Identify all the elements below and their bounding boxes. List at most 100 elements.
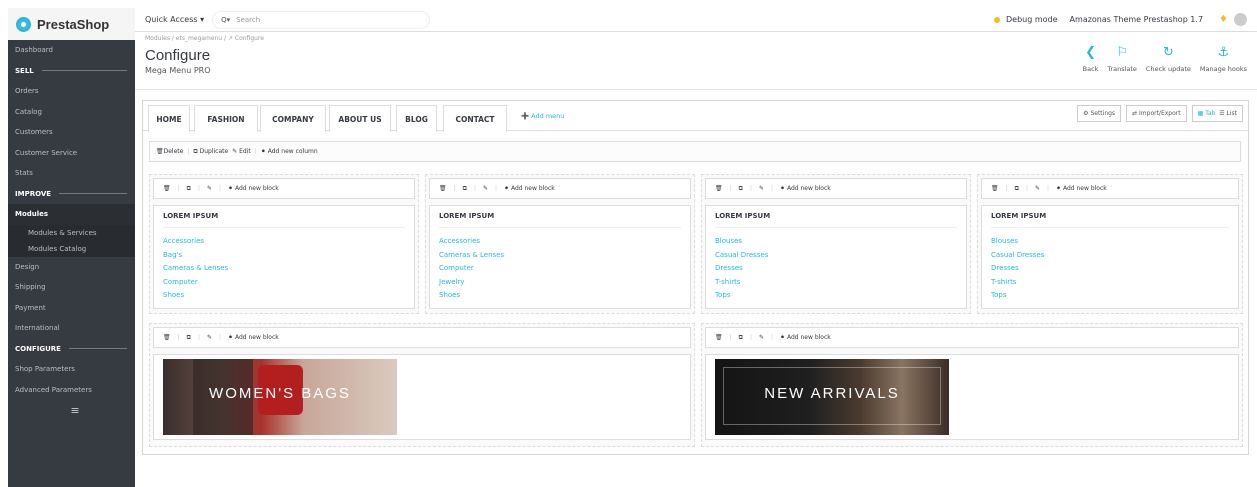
trash-icon[interactable]: 🗑 [715, 334, 723, 341]
list-item[interactable]: T-shirts [991, 276, 1044, 290]
sidebar-item-shop-parameters[interactable]: Shop Parameters [8, 359, 135, 380]
tab-home[interactable]: HOME [148, 105, 190, 132]
tab-contact[interactable]: CONTACT [443, 105, 507, 132]
add-block-button[interactable]: ⚫ Add new block [780, 185, 831, 192]
list-item[interactable]: T-shirts [715, 276, 768, 290]
list-item[interactable]: Dresses [715, 262, 768, 276]
quick-access-dropdown[interactable]: Quick Access ▾ [145, 15, 204, 24]
tab-view-button[interactable]: ▦ Tab ☰ List [1191, 105, 1243, 122]
copy-icon[interactable]: ⧉ [187, 334, 191, 342]
list-item[interactable]: Dresses [991, 262, 1044, 276]
menu-toggle-icon[interactable]: ≡ [8, 400, 135, 421]
add-block-button[interactable]: ⚫ Add new block [228, 185, 279, 192]
trash-icon[interactable]: 🗑 [163, 185, 171, 192]
list-item[interactable]: Tops [991, 289, 1044, 303]
trash-icon[interactable]: 🗑 [163, 334, 171, 341]
pencil-icon[interactable]: ✎ [1035, 185, 1040, 192]
copy-icon[interactable]: ⧉ [187, 185, 191, 193]
sidebar-item-shipping[interactable]: Shipping [8, 277, 135, 298]
list-view-label[interactable]: List [1227, 110, 1238, 117]
sidebar-item-advanced-parameters[interactable]: Advanced Parameters [8, 380, 135, 401]
list-item[interactable]: Computer [439, 262, 504, 276]
add-block-button[interactable]: ⚫ Add new block [504, 185, 555, 192]
check-update-button[interactable]: ↻ Check update [1144, 46, 1193, 74]
sidebar-item-modules-catalog[interactable]: Modules Catalog [8, 240, 135, 257]
back-button[interactable]: ❮ Back [1081, 46, 1101, 74]
sidebar-item-dashboard[interactable]: Dashboard [8, 40, 135, 61]
page-subtitle: Mega Menu PRO [145, 66, 211, 75]
breadcrumb[interactable]: Modules / ets_megamenu / ↗ Configure [145, 35, 264, 42]
block-toolbar: 🗑 | ⧉ | ✎ | ⚫ Add new block [429, 178, 691, 199]
sidebar-item-modules[interactable]: Modules [8, 204, 135, 225]
sidebar-item-international[interactable]: International [8, 318, 135, 339]
list-item[interactable]: Accessories [439, 235, 504, 249]
translate-button[interactable]: ⚐ Translate [1105, 46, 1139, 74]
add-block-button[interactable]: ⚫ Add new block [228, 334, 279, 341]
sidebar-section-improve: IMPROVE [8, 184, 135, 205]
sidebar-item-stats[interactable]: Stats [8, 163, 135, 184]
banner-image-womens-bags[interactable]: WOMEN'S BAGS [163, 359, 397, 435]
list-item[interactable]: Casual Dresses [715, 249, 768, 263]
sidebar-section-sell: SELL [8, 61, 135, 82]
divider [439, 227, 681, 228]
add-block-button[interactable]: ⚫ Add new block [1056, 185, 1107, 192]
notification-bell-icon[interactable]: ♦ [1219, 14, 1228, 25]
add-block-button[interactable]: ⚫ Add new block [780, 334, 831, 341]
delete-button[interactable]: 🗑Delete [156, 148, 183, 155]
list-item[interactable]: Cameras & Lenses [439, 249, 504, 263]
add-menu-button[interactable]: ➕ Add menu [521, 112, 564, 120]
shop-name-link[interactable]: Amazonas Theme Prestashop 1.7 [1070, 15, 1203, 24]
avatar[interactable] [1234, 13, 1247, 26]
sidebar-item-catalog[interactable]: Catalog [8, 102, 135, 123]
app: PrestaShop Dashboard SELL Orders Catalog Cus… [0, 0, 1257, 487]
tab-company[interactable]: COMPANY [260, 105, 326, 132]
trash-icon[interactable]: 🗑 [715, 185, 723, 192]
sidebar-item-customer-service[interactable]: Customer Service [8, 143, 135, 164]
copy-icon[interactable]: ⧉ [1015, 185, 1019, 193]
prestashop-logo[interactable]: PrestaShop [8, 8, 135, 40]
import-export-button[interactable]: ⇄ Import/Export [1126, 105, 1187, 122]
manage-hooks-button[interactable]: ⚓ Manage hooks [1198, 45, 1249, 74]
trash-icon[interactable]: 🗑 [439, 185, 447, 192]
tab-label: CONTACT [455, 114, 495, 124]
sidebar: PrestaShop Dashboard SELL Orders Catalog Cus… [8, 8, 135, 487]
tab-fashion[interactable]: FASHION [194, 105, 258, 132]
list-item[interactable]: Tops [715, 289, 768, 303]
add-column-button[interactable]: ⚫ Add new column [261, 148, 318, 155]
anchor-icon: ⚓ [1217, 45, 1230, 60]
list-item[interactable]: Blouses [715, 235, 768, 249]
copy-icon[interactable]: ⧉ [739, 185, 743, 193]
sidebar-item-orders[interactable]: Orders [8, 81, 135, 102]
divider: | [219, 185, 222, 192]
pencil-icon[interactable]: ✎ [759, 334, 764, 341]
sidebar-item-modules-services[interactable]: Modules & Services [8, 224, 135, 241]
debug-mode-label[interactable]: Debug mode [1006, 15, 1058, 24]
list-item[interactable]: Shoes [439, 289, 504, 303]
pencil-icon[interactable]: ✎ [759, 185, 764, 192]
add-block-label: Add new block [786, 185, 831, 192]
list-item[interactable]: Accessories [163, 235, 228, 249]
settings-button[interactable]: ⚙ Settings [1077, 105, 1122, 122]
pencil-icon[interactable]: ✎ [207, 185, 212, 192]
list-item[interactable]: Computer [163, 276, 228, 290]
copy-icon[interactable]: ⧉ [463, 185, 467, 193]
pencil-icon[interactable]: ✎ [483, 185, 488, 192]
list-item[interactable]: Bag's [163, 249, 228, 263]
banner-image-new-arrivals[interactable]: NEW ARRIVALS [715, 359, 949, 435]
list-item[interactable]: Jewelry [439, 276, 504, 290]
copy-icon[interactable]: ⧉ [739, 334, 743, 342]
sidebar-item-payment[interactable]: Payment [8, 298, 135, 319]
sidebar-item-design[interactable]: Design [8, 257, 135, 278]
edit-button[interactable]: ✎ Edit [232, 148, 251, 155]
sidebar-item-customers[interactable]: Customers [8, 122, 135, 143]
tab-about-us[interactable]: ABOUT US [329, 105, 391, 132]
list-item[interactable]: Blouses [991, 235, 1044, 249]
duplicate-button[interactable]: ⧉ Duplicate [193, 148, 228, 156]
list-item[interactable]: Shoes [163, 289, 228, 303]
tab-blog[interactable]: BLOG [396, 105, 437, 132]
list-item[interactable]: Casual Dresses [991, 249, 1044, 263]
list-item[interactable]: Cameras & Lenses [163, 262, 228, 276]
pencil-icon[interactable]: ✎ [207, 334, 212, 341]
trash-icon[interactable]: 🗑 [991, 185, 999, 192]
search-input[interactable]: Q▾ Search [212, 10, 431, 29]
